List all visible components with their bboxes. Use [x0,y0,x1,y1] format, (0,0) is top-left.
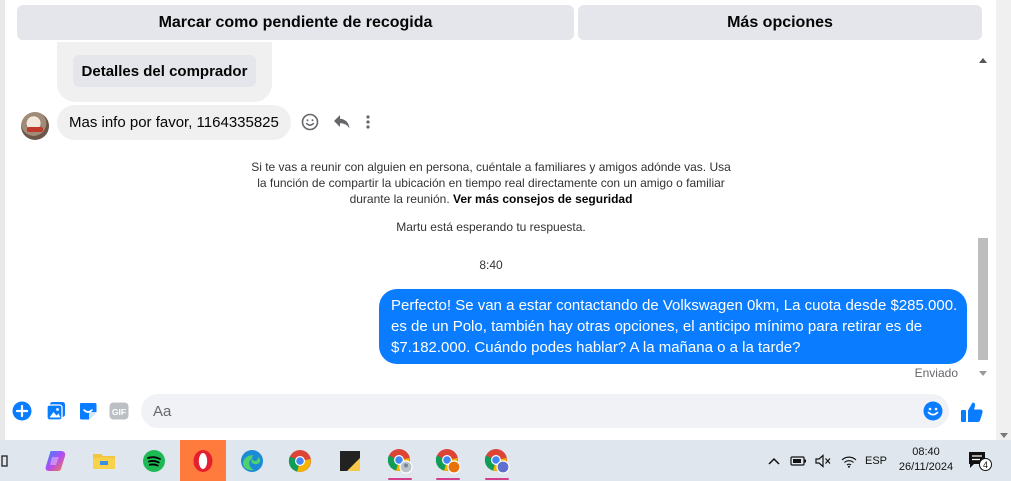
screen: Marcar como pendiente de recogida Más op… [0,0,1011,481]
outgoing-message-line: Perfecto! Se van a estar contactando de … [391,297,958,314]
chrome-profile-1-icon[interactable] [380,440,420,481]
outgoing-message-line: es de un Polo, también hay otras opcione… [391,318,923,335]
show-hidden-icons-icon[interactable] [766,457,782,465]
message-timestamp: 8:40 [479,258,503,272]
window-left-edge [0,0,5,440]
avatar[interactable] [21,112,49,140]
clock-time: 08:40 [912,446,940,458]
marketplace-action-row: Marcar como pendiente de recogida Más op… [17,5,982,40]
window-scrollbar[interactable] [996,0,1011,440]
edge-icon[interactable] [232,440,272,481]
message-input[interactable] [153,394,913,428]
opera-icon[interactable] [180,440,226,481]
sticky-notes-icon[interactable] [330,440,370,481]
outgoing-message-line: $7.182.000. Cuándo podes hablar? A la ma… [391,339,801,356]
system-tray [766,440,860,481]
window-scroll-down-icon[interactable] [1000,433,1008,438]
safety-notice: Si te vas a reunir con alguien en person… [250,159,732,207]
emoji-icon[interactable] [923,401,943,426]
chat-scrollbar[interactable] [975,54,991,380]
battery-icon[interactable] [788,455,810,467]
running-app-indicator [388,478,412,480]
running-app-indicator [436,478,460,480]
incoming-message-bubble: Mas info por favor, 1164335825 [57,105,291,140]
volume-muted-icon[interactable] [812,453,834,468]
input-language-indicator[interactable]: ESP [865,440,887,481]
plus-circle-icon[interactable] [12,401,32,421]
incoming-message-text: Mas info por favor, 1164335825 [69,114,279,131]
scrollbar-thumb[interactable] [978,238,988,360]
outgoing-message-bubble: Perfecto! Se van a estar contactando de … [379,289,967,364]
thumbs-up-icon[interactable] [960,400,984,429]
file-explorer-icon[interactable] [84,440,124,481]
windows-taskbar: ESP 08:40 26/11/2024 [0,440,1011,481]
sent-status: Enviado [914,366,958,380]
message-actions [301,112,371,132]
buyer-details-button[interactable]: Detalles del comprador [73,55,256,87]
react-emoji-icon[interactable] [301,113,319,131]
wifi-icon[interactable] [838,454,860,468]
running-app-indicator [485,478,509,480]
notification-count-badge: 4 [979,458,992,471]
clock-date: 26/11/2024 [898,461,954,473]
mark-pending-pickup-button[interactable]: Marcar como pendiente de recogida [17,5,574,40]
image-icon[interactable] [46,401,66,421]
scroll-down-arrow-icon[interactable] [979,371,987,376]
taskbar-clock[interactable]: 08:40 26/11/2024 [893,445,959,475]
sticker-icon[interactable] [78,401,98,421]
svg-text:GIF: GIF [112,407,126,417]
task-view-icon[interactable] [0,440,14,481]
more-options-button[interactable]: Más opciones [578,5,982,40]
reply-icon[interactable] [333,114,351,130]
chrome-icon[interactable] [280,440,320,481]
chrome-profile-2-icon[interactable] [428,440,468,481]
messenger-chat-panel: Marcar como pendiente de recogida Más op… [0,0,996,440]
chrome-profile-3-icon[interactable] [477,440,517,481]
more-vertical-icon[interactable] [365,114,371,130]
spotify-icon[interactable] [134,440,174,481]
message-input-container[interactable] [141,394,949,428]
copilot-icon[interactable] [36,440,76,481]
scroll-up-arrow-icon[interactable] [979,58,987,63]
waiting-reply-text: Martu está esperando tu respuesta. [396,220,586,234]
gif-icon[interactable]: GIF [109,401,129,421]
safety-tips-link[interactable]: Ver más consejos de seguridad [453,192,632,206]
